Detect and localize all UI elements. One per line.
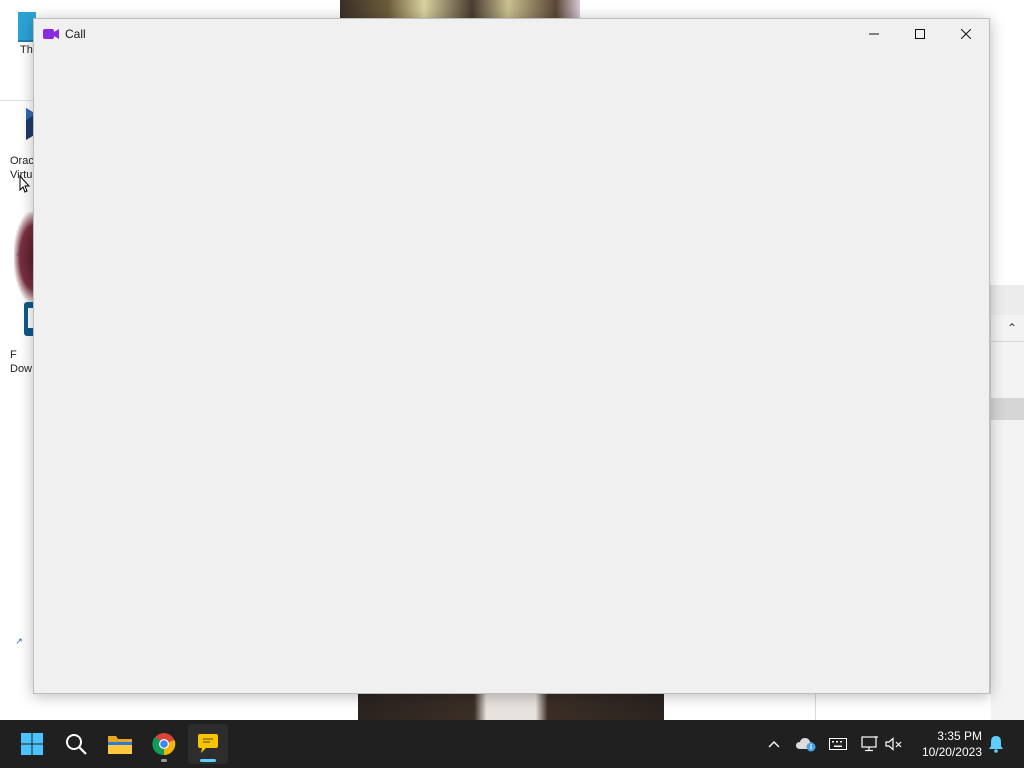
chevron-up-icon — [768, 741, 780, 748]
show-hidden-icons-button[interactable] — [762, 732, 786, 756]
taskbar: 3:35 PM 10/20/2023 — [0, 720, 1024, 768]
folder-icon — [108, 736, 132, 754]
call-content-area — [34, 49, 989, 693]
divider — [0, 100, 34, 101]
notifications-button[interactable] — [984, 732, 1008, 756]
start-button[interactable] — [12, 724, 52, 764]
search-button[interactable] — [56, 724, 96, 764]
bell-icon — [989, 736, 1003, 753]
wallpaper-photo-top — [340, 0, 580, 20]
network-icon — [861, 736, 878, 752]
window-controls — [851, 19, 989, 49]
chat-app-button[interactable] — [188, 724, 228, 764]
chat-bubble-icon — [198, 734, 218, 753]
volume-button[interactable] — [882, 732, 906, 756]
chrome-icon — [152, 733, 176, 756]
speaker-muted-icon — [885, 737, 902, 751]
close-button[interactable] — [943, 19, 989, 49]
clock-date: 10/20/2023 — [921, 745, 982, 759]
divider — [991, 341, 1024, 342]
maximize-icon — [915, 29, 925, 39]
title-bar[interactable]: Call — [34, 19, 989, 49]
background-panel-header — [991, 285, 1024, 315]
chrome-button[interactable] — [144, 724, 184, 764]
window-title: Call — [65, 27, 86, 41]
mouse-cursor-icon — [19, 174, 31, 193]
video-camera-icon — [42, 27, 60, 41]
background-window-panel-lower — [815, 694, 991, 720]
network-button[interactable] — [858, 732, 882, 756]
active-indicator — [200, 759, 216, 762]
chevron-up-icon: ⌃ — [1007, 321, 1018, 335]
wallpaper-fragment — [14, 212, 34, 302]
background-panel-row — [991, 398, 1024, 420]
minimize-icon — [869, 33, 879, 35]
keyboard-button[interactable] — [826, 732, 850, 756]
windows-start-icon — [21, 733, 43, 755]
call-window[interactable]: Call — [33, 18, 990, 694]
keyboard-icon — [829, 738, 847, 750]
file-explorer-button[interactable] — [100, 724, 140, 764]
desktop: ⌃ Th ↗ Orac Virtu ↗ F Dow Cal — [0, 0, 1024, 720]
cloud-info-icon — [796, 738, 816, 752]
clock[interactable]: 3:35 PM 10/20/2023 — [912, 728, 982, 760]
onedrive-status-button[interactable] — [794, 732, 818, 756]
minimize-button[interactable] — [851, 19, 897, 49]
running-indicator — [161, 759, 167, 762]
close-icon — [961, 29, 971, 39]
clock-time: 3:35 PM — [937, 729, 982, 743]
background-window-panel: ⌃ — [990, 285, 1024, 720]
search-icon — [66, 734, 87, 755]
maximize-button[interactable] — [897, 19, 943, 49]
wallpaper-photo-bottom — [358, 694, 664, 720]
shortcut-arrow-icon: ↗ — [14, 636, 24, 646]
